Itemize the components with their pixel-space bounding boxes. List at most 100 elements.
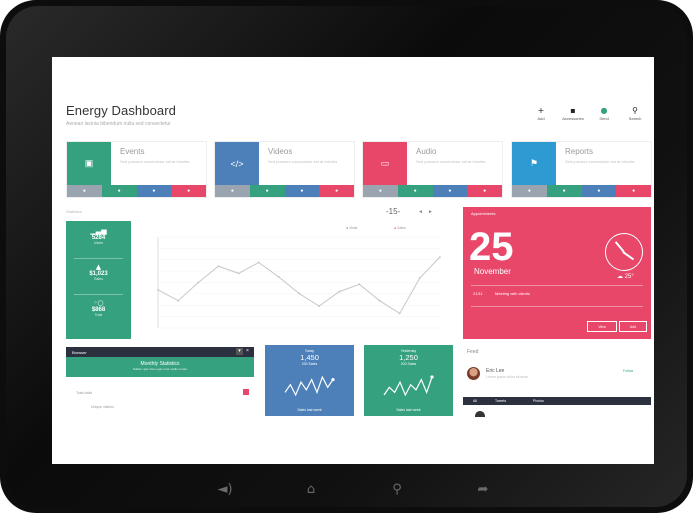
tile-reports[interactable]: ⚑ Reports Sed posuere consectetur est at… <box>511 141 652 198</box>
tile-title: Reports <box>565 147 594 156</box>
clock-icon <box>605 233 643 271</box>
tile-action-button[interactable]: ● <box>512 185 547 197</box>
toolbar-add-button[interactable]: + Add <box>524 106 558 121</box>
browser-row: Unique visitors <box>91 405 114 409</box>
tile-title: Audio <box>416 147 437 156</box>
tab-tweets[interactable]: Tweets <box>495 399 506 403</box>
sparkline-path <box>284 375 334 397</box>
dashboard-screen: Energy Dashboard Aenean lacinia bibendum… <box>52 57 654 464</box>
tile-action-button[interactable]: ● <box>249 185 285 197</box>
remove-button[interactable] <box>243 389 249 395</box>
feed-text: Lorem ipsum dolor sit amet <box>486 375 529 379</box>
feed-title: Feed <box>467 349 479 355</box>
spark-foot: Sales last week <box>396 408 421 412</box>
tile-action-button[interactable]: ● <box>467 185 502 197</box>
sparkline-path <box>383 376 433 397</box>
chart-prev-button[interactable]: ◄ <box>418 209 423 215</box>
date-month: November <box>474 267 511 276</box>
legend-sales: ● Sales <box>394 226 406 230</box>
divider <box>471 285 643 286</box>
tile-action-button[interactable]: ● <box>67 185 102 197</box>
code-icon: </> <box>215 142 259 185</box>
tile-events[interactable]: ▣ Events Sed posuere consectetur est at … <box>66 141 207 198</box>
spark-value: 1,450 <box>300 353 319 362</box>
card-label: Appointments <box>471 211 496 216</box>
tile-action-button[interactable]: ● <box>432 185 468 197</box>
tile-title: Videos <box>268 147 293 156</box>
tile-action-button[interactable]: ● <box>171 185 206 197</box>
stat-sales: ▲ $1,023 Sales <box>66 263 131 281</box>
tile-action-button[interactable]: ● <box>363 185 398 197</box>
data-point <box>419 277 421 279</box>
view-button[interactable]: View <box>587 321 617 332</box>
settings-button[interactable]: ▾ <box>236 348 243 355</box>
stat-label: Sales <box>94 277 103 281</box>
tile-action-button[interactable]: ● <box>397 185 433 197</box>
tile-audio[interactable]: ▭ Audio Sed posuere consectetur est at l… <box>362 141 503 198</box>
back-icon[interactable]: ➦ <box>474 482 492 498</box>
data-point <box>197 281 200 284</box>
follow-link[interactable]: Follow <box>623 369 633 373</box>
bar-chart-icon: ▁▃▅ <box>90 227 107 235</box>
feed-tabs: All Tweets Photos <box>463 397 651 405</box>
add-button[interactable]: Add <box>619 321 647 332</box>
chart-title: Statistics <box>66 209 83 214</box>
appointments-card: Appointments 25 November ☁ 25° 21/11 Mee… <box>463 207 651 339</box>
event-date: 21/11 <box>473 291 483 296</box>
image-icon: ▣ <box>67 142 111 185</box>
stat-label: Total <box>94 313 103 317</box>
yesterday-sales-card: Yesterday 1,250 200 Sales Sales last wee… <box>364 345 453 416</box>
toolbar-accessories-button[interactable]: ▪ Accessories <box>556 106 590 121</box>
tile-action-button[interactable]: ● <box>215 185 250 197</box>
tab-photos[interactable]: Photos <box>533 399 544 403</box>
sparkline <box>383 375 434 397</box>
stat-users: ▁▃▅ 5284 Users <box>66 227 131 245</box>
data-point <box>237 272 240 275</box>
data-point <box>217 265 220 267</box>
flag-icon: ⚑ <box>512 142 556 185</box>
event-text: Meeting with clients <box>495 291 530 296</box>
tile-action-button[interactable]: ● <box>546 185 582 197</box>
line-chart <box>157 236 441 329</box>
divider <box>74 258 123 259</box>
close-button[interactable]: × <box>246 348 249 354</box>
tile-desc: Sed posuere consectetur est at lobortis <box>565 159 635 164</box>
sparkline-end-point <box>430 375 434 379</box>
tile-title: Events <box>120 147 145 156</box>
tile-action-button[interactable]: ● <box>136 185 172 197</box>
feed-name[interactable]: Eric Lee <box>486 368 504 374</box>
browser-title: Browser <box>72 350 87 355</box>
tile-action-button[interactable]: ● <box>284 185 320 197</box>
home-icon[interactable]: ⌂ <box>302 482 320 498</box>
toolbar-search-button[interactable]: ⚲ Search <box>618 106 652 121</box>
spark-foot: Sales last week <box>297 408 322 412</box>
browser-card: Browser ▾ × Monthly Statistics Nullam qu… <box>66 347 254 450</box>
chart-panel: Statistics -15- ◄ ► ● Visits ● Sales ▁▃▅… <box>66 207 452 339</box>
legend-visits: ● Visits <box>346 226 358 230</box>
tablet-frame: Energy Dashboard Aenean lacinia bibendum… <box>0 0 693 513</box>
tile-action-button[interactable]: ● <box>319 185 354 197</box>
tag-icon: ● <box>600 106 608 115</box>
divider <box>74 294 123 295</box>
spark-sub: 230 Sales <box>301 362 318 366</box>
tile-action-button[interactable]: ● <box>101 185 137 197</box>
volume-icon[interactable]: ◄) <box>216 482 234 498</box>
cloud-icon: ☁ <box>617 273 623 280</box>
tile-videos[interactable]: </> Videos Sed posuere consectetur est a… <box>214 141 355 198</box>
tile-action-button[interactable]: ● <box>616 185 651 197</box>
tab-all[interactable]: All <box>473 399 477 403</box>
data-point <box>378 299 381 302</box>
mountain-icon: ▲ <box>95 263 102 271</box>
data-point <box>278 276 280 278</box>
chart-next-button[interactable]: ► <box>428 209 433 215</box>
search-icon[interactable]: ⚲ <box>388 482 406 498</box>
sparkline-end-point <box>331 377 335 382</box>
toolbar-send-button[interactable]: ● Send <box>587 106 621 121</box>
tile-action-button[interactable]: ● <box>581 185 617 197</box>
stats-column: ▁▃▅ 5284 Users ▲ $1,023 Sales ◦○ $868 To… <box>66 221 131 339</box>
spark-sub: 200 Sales <box>400 362 417 366</box>
data-point <box>338 290 341 293</box>
stat-label: Users <box>93 241 104 245</box>
page-title: Energy Dashboard <box>66 103 176 118</box>
browser-header: Browser ▾ × <box>66 347 254 357</box>
